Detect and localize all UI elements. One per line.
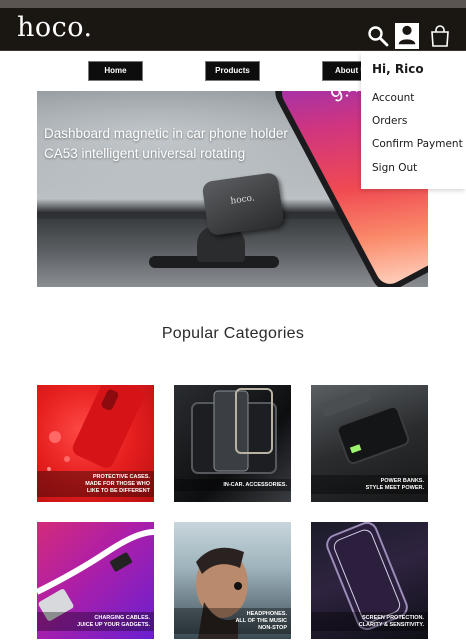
banner-headline-line2: CA53 intelligent universal rotating (44, 146, 246, 161)
tile-caption: IN-CAR. ACCESSORIES. (174, 479, 291, 491)
caption-line: STYLE MEET POWER. (365, 485, 424, 491)
caption-line: JUICE UP YOUR GADGETS. (77, 622, 150, 628)
caption-line: CLARITY & SENSITIVITY. (358, 622, 424, 628)
caption-line: SCREEN PROTECTION. (361, 615, 424, 621)
menu-item-sign-out[interactable]: Sign Out (372, 162, 417, 174)
site-header: hoco. (0, 0, 466, 51)
tile-caption: SCREEN PROTECTION. CLARITY & SENSITIVITY… (311, 612, 428, 631)
caption-line: CHARGING CABLES. (94, 615, 150, 621)
menu-item-confirm-payment[interactable]: Confirm Payment (372, 138, 463, 150)
caption-line: IN-CAR. ACCESSORIES. (223, 482, 287, 488)
tile-caption: CHARGING CABLES. JUICE UP YOUR GADGETS. (37, 612, 154, 631)
caption-line: POWER BANKS. (380, 478, 424, 484)
search-icon[interactable] (366, 24, 390, 48)
category-tile-power-banks[interactable]: POWER BANKS. STYLE MEET POWER. (311, 385, 428, 502)
banner-headline-line1: Dashboard magnetic in car phone holder (44, 126, 288, 141)
phone-holder-image: hoco. (201, 171, 285, 237)
caption-line: PROTECTIVE CASES. (92, 474, 150, 480)
tile-caption: PROTECTIVE CASES. MADE FOR THOSE WHO LIK… (37, 471, 154, 497)
category-tile-screen-protection[interactable]: SCREEN PROTECTION. CLARITY & SENSITIVITY… (311, 522, 428, 639)
caption-line: NON-STOP (258, 625, 287, 631)
caption-line: HEADPHONES. (246, 611, 287, 617)
user-icon[interactable] (395, 23, 419, 49)
caption-line: LIKE TO BE DIFFERENT (86, 488, 150, 494)
menu-item-orders[interactable]: Orders (372, 115, 407, 127)
category-tile-in-car-accessories[interactable]: IN-CAR. ACCESSORIES. (174, 385, 291, 502)
category-tile-charging-cables[interactable]: CHARGING CABLES. JUICE UP YOUR GADGETS. (37, 522, 154, 639)
holder-logo: hoco. (229, 193, 256, 207)
nav-products-button[interactable]: Products (205, 61, 260, 81)
tile-caption: HEADPHONES. ALL OF THE MUSIC NON-STOP (174, 608, 291, 634)
nav-home-button[interactable]: Home (88, 61, 143, 81)
account-dropdown-menu: Hi, Rico Account Orders Confirm Payment … (361, 52, 466, 189)
tile-caption: POWER BANKS. STYLE MEET POWER. (311, 475, 428, 494)
account-greeting: Hi, Rico (372, 62, 424, 76)
caption-line: ALL OF THE MUSIC (235, 618, 287, 624)
shopping-bag-icon[interactable] (428, 24, 452, 48)
header-top-strip (0, 0, 466, 8)
category-tile-protective-cases[interactable]: PROTECTIVE CASES. MADE FOR THOSE WHO LIK… (37, 385, 154, 502)
menu-item-account[interactable]: Account (372, 92, 414, 104)
category-tile-headphones[interactable]: HEADPHONES. ALL OF THE MUSIC NON-STOP (174, 522, 291, 639)
popular-categories-heading: Popular Categories (161, 325, 305, 342)
caption-line: MADE FOR THOSE WHO (85, 481, 150, 487)
site-logo[interactable]: hoco. (17, 12, 93, 43)
